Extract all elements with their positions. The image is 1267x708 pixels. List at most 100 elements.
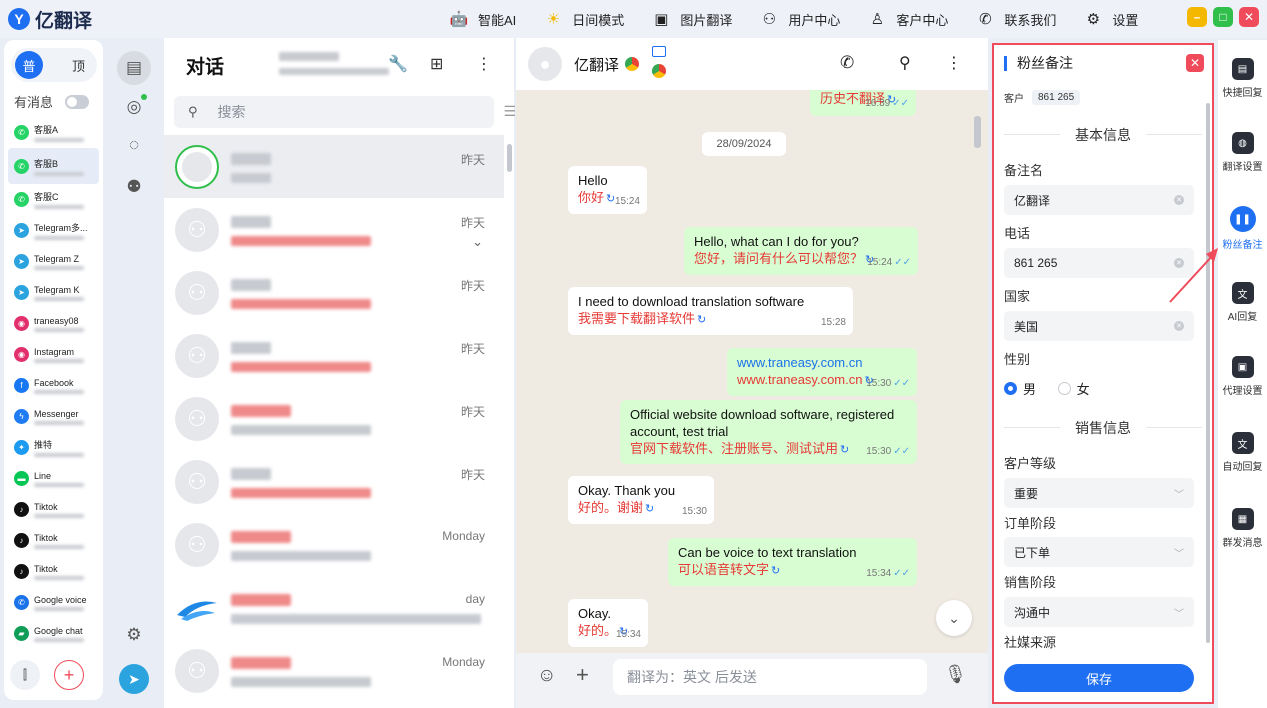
notes-close-icon[interactable]: ✕	[1186, 54, 1204, 72]
clear-remark-icon[interactable]: ✕	[1174, 195, 1184, 205]
more-menu-icon[interactable]: ⋮	[476, 54, 492, 74]
account-item[interactable]: ♪ Tiktok	[4, 556, 103, 587]
conversation-item[interactable]: day	[164, 576, 504, 639]
message-input[interactable]: 翻译为：英文 后发送	[613, 659, 927, 695]
nav-contact[interactable]: ✆ 联系我们	[974, 8, 1056, 30]
account-item[interactable]: f Facebook	[4, 370, 103, 401]
incoming-message[interactable]: Hello 你好 ↻ 15:24	[568, 166, 647, 214]
outgoing-message[interactable]: Official website download software, regi…	[620, 400, 917, 464]
toolbar-item[interactable]: ❚❚ 粉丝备注	[1218, 206, 1267, 251]
contact-avatar[interactable]: ●	[528, 47, 562, 81]
chat-more-icon[interactable]: ⋮	[946, 53, 962, 73]
outgoing-message[interactable]: Hello, what can I do for you? 您好，请问有什么可以帮…	[684, 227, 918, 275]
chat-search-icon[interactable]: ⚲	[899, 53, 911, 73]
account-item[interactable]: ✆ Google voice	[4, 587, 103, 618]
conversation-item[interactable]: ⚇ 昨天 ⌄	[164, 198, 504, 261]
collapse-sidebar-button[interactable]: ⫿	[10, 660, 40, 690]
save-button[interactable]: 保存	[1004, 664, 1194, 692]
has-message-switch[interactable]	[65, 94, 89, 109]
maximize-button[interactable]: □	[1213, 7, 1233, 27]
account-item[interactable]: ▬ Line	[4, 463, 103, 494]
pin-top-option[interactable]: 顶	[72, 56, 85, 75]
toolbar-item[interactable]: ▦ 群发消息	[1218, 508, 1267, 549]
status-icon[interactable]: ◎	[119, 92, 149, 122]
account-item[interactable]: ✆ 客服C	[4, 184, 103, 215]
retranslate-icon[interactable]: ↻	[645, 503, 654, 515]
settings-gear-icon[interactable]: ⚙	[119, 620, 149, 650]
conversation-item[interactable]: ⚇ 昨天	[164, 261, 504, 324]
account-item[interactable]: ◉ Instagram	[4, 339, 103, 370]
toolbar-item[interactable]: ◍ 翻译设置	[1218, 132, 1267, 173]
scroll-down-button[interactable]: ⌄	[936, 600, 972, 636]
account-item[interactable]: ♪ Tiktok	[4, 494, 103, 525]
pin-normal-option[interactable]: 普	[15, 51, 43, 79]
minimize-button[interactable]: –	[1187, 7, 1207, 27]
close-button[interactable]: ✕	[1239, 7, 1259, 27]
pin-toggle[interactable]: 普 顶	[11, 48, 97, 82]
retranslate-icon[interactable]: ↻	[697, 314, 706, 326]
nav-user-center[interactable]: ⚇ 用户中心	[758, 8, 841, 30]
contact-name[interactable]: 亿翻译	[574, 54, 619, 75]
telegram-app-icon[interactable]: ➤	[119, 664, 149, 694]
account-item[interactable]: ➤ Telegram多...	[4, 215, 103, 246]
microphone-icon[interactable]: 🎙	[944, 664, 967, 685]
retranslate-icon[interactable]: ↻	[840, 444, 849, 456]
gender-female-radio[interactable]: 女	[1057, 379, 1090, 398]
call-icon[interactable]: ✆	[840, 53, 854, 73]
attach-plus-icon[interactable]: +	[576, 662, 589, 688]
toolbar-item[interactable]: ▣ 代理设置	[1218, 356, 1267, 397]
conversation-item[interactable]: ⚇ Monday	[164, 639, 504, 702]
new-chat-icon[interactable]: ⊞	[430, 54, 443, 74]
toolbar-item[interactable]: 文 AI回复	[1218, 282, 1267, 323]
order-stage-select[interactable]: 已下单 ﹀	[1004, 537, 1194, 567]
incoming-message[interactable]: Okay. 好的。 ↻ 15:34	[568, 599, 648, 647]
level-select[interactable]: 重要 ﹀	[1004, 478, 1194, 508]
incoming-message[interactable]: Okay. Thank you 好的。谢谢 ↻ 15:30	[568, 476, 714, 524]
retranslate-icon[interactable]: ↻	[771, 565, 780, 577]
account-item[interactable]: ♪ Tiktok	[4, 525, 103, 556]
wrench-icon[interactable]: 🔧	[388, 54, 408, 74]
conversation-item[interactable]: ⚇ 昨天	[164, 387, 504, 450]
notes-scrollbar[interactable]	[1206, 103, 1210, 643]
account-item[interactable]: ✆ 客服A	[4, 117, 103, 148]
nav-day-mode[interactable]: ☀ 日间模式	[542, 8, 625, 30]
nav-image-translate[interactable]: ▣ 图片翻译	[650, 8, 732, 30]
account-item[interactable]: ➤ Telegram Z	[4, 246, 103, 277]
conversation-item[interactable]: 昨天	[164, 135, 504, 198]
remark-input[interactable]: 亿翻译 ✕	[1004, 185, 1194, 215]
account-item[interactable]: ▰ Google chat	[4, 618, 103, 649]
message-time-text: 15:30	[866, 378, 892, 389]
chat-scrollbar[interactable]	[974, 116, 981, 148]
search-field[interactable]: ⚲ 搜索 ☰	[174, 96, 516, 128]
emoji-icon[interactable]: ☺	[537, 665, 556, 687]
nav-customer-center[interactable]: ♙ 客户中心	[866, 8, 949, 30]
account-item[interactable]: ◉ traneasy08	[4, 308, 103, 339]
toolbar-item[interactable]: 文自动回复	[1218, 432, 1267, 473]
clear-country-icon[interactable]: ✕	[1174, 321, 1184, 331]
gender-male-radio[interactable]: 男	[1004, 379, 1036, 398]
account-item[interactable]: ✦ 推特	[4, 432, 103, 463]
communities-icon[interactable]: ⚉	[119, 172, 149, 202]
toolbar-item[interactable]: ▤ 快捷回复	[1218, 58, 1267, 99]
chevron-down-icon[interactable]: ⌄	[472, 234, 483, 250]
conversation-item[interactable]: ⚇ 昨天	[164, 450, 504, 513]
account-item[interactable]: ➤ Telegram K	[4, 277, 103, 308]
conversation-item[interactable]: ⚇ Monday	[164, 513, 504, 576]
nav-ai[interactable]: 🤖 智能AI	[448, 8, 517, 30]
outgoing-message[interactable]: www.traneasy.com.cn www.traneasy.com.cn ↻ 1…	[727, 348, 917, 396]
country-input[interactable]: 美国 ✕	[1004, 311, 1194, 341]
user-icon: ⚇	[762, 11, 777, 28]
account-item[interactable]: ✆ 客服B	[8, 148, 99, 184]
conversation-scrollbar[interactable]	[507, 144, 512, 172]
sales-stage-select[interactable]: 沟通中 ﹀	[1004, 597, 1194, 627]
channels-icon[interactable]: ◌	[119, 130, 149, 160]
filter-icon[interactable]: ☰	[503, 103, 516, 120]
account-item[interactable]: ϟ Messenger	[4, 401, 103, 432]
incoming-message[interactable]: I need to download translation software 我…	[568, 287, 853, 335]
nav-settings[interactable]: ⚙ 设置	[1082, 8, 1139, 30]
conversation-item[interactable]: ⚇ 昨天	[164, 324, 504, 387]
chat-list-icon[interactable]: ▤	[117, 51, 151, 85]
outgoing-message[interactable]: Can be voice to text translation 可以语音转文字 ↻…	[668, 538, 917, 586]
retranslate-icon[interactable]: ↻	[606, 193, 615, 205]
add-account-button[interactable]: +	[54, 660, 84, 690]
